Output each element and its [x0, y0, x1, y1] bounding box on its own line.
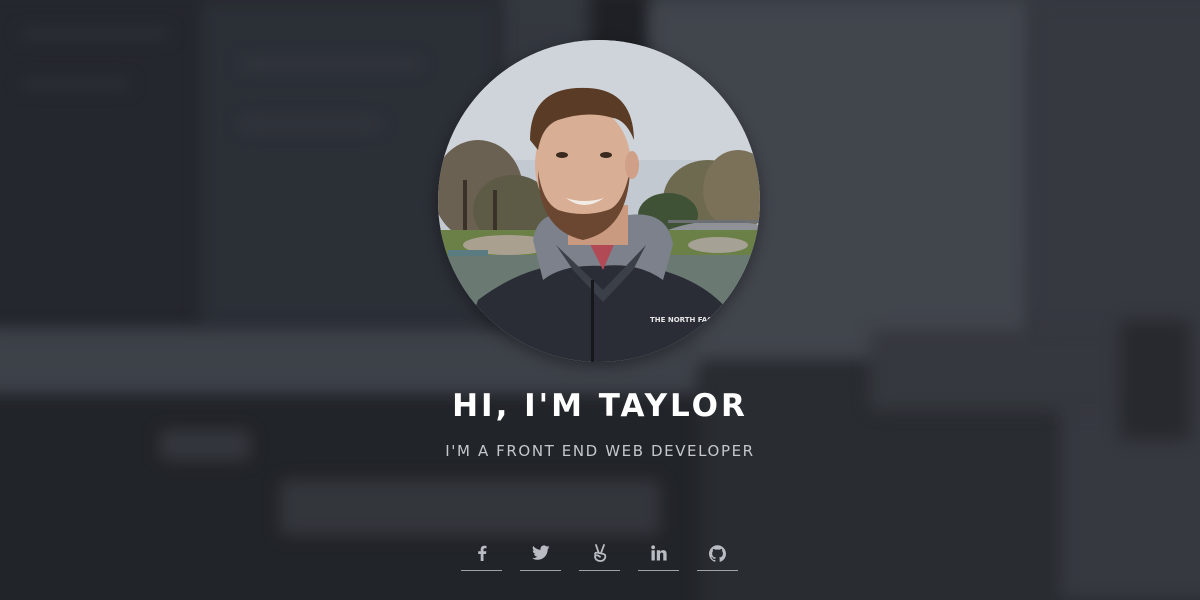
facebook-link[interactable]	[461, 536, 502, 571]
profile-photo: THE NORTH FACE	[438, 40, 760, 362]
linkedin-icon	[650, 545, 667, 561]
jacket-logo: THE NORTH FACE	[650, 316, 717, 324]
linkedin-link[interactable]	[638, 536, 679, 571]
page-title: HI, I'M TAYLOR	[452, 388, 748, 424]
github-link[interactable]	[697, 536, 738, 571]
facebook-icon	[477, 545, 486, 561]
page-subtitle: I'M A FRONT END WEB DEVELOPER	[445, 442, 755, 460]
avatar: THE NORTH FACE	[438, 40, 760, 362]
angellist-link[interactable]	[579, 536, 620, 571]
hero-section: THE NORTH FACE HI, I'M TAYLOR I'M A FRON…	[0, 0, 1200, 600]
social-links	[461, 536, 738, 574]
github-icon	[709, 544, 726, 562]
twitter-icon	[531, 545, 549, 560]
twitter-link[interactable]	[520, 536, 561, 571]
angellist-icon	[593, 544, 606, 562]
